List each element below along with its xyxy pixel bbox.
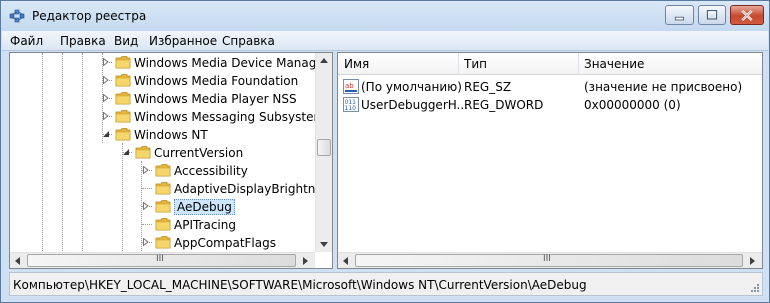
menu-edit[interactable]: Правка xyxy=(60,34,106,48)
scroll-down-arrow-icon[interactable] xyxy=(320,242,328,247)
folder-icon xyxy=(115,110,131,123)
scroll-right-arrow-icon[interactable] xyxy=(750,257,755,265)
folder-icon xyxy=(155,236,171,249)
close-icon xyxy=(741,9,753,21)
collapse-arrow-icon[interactable] xyxy=(102,130,110,138)
title-bar[interactable]: Редактор реестра xyxy=(1,1,769,31)
folder-icon xyxy=(155,218,171,231)
tree-item-label: Windows Messaging Subsystem xyxy=(134,110,326,124)
menu-file[interactable]: Файл xyxy=(10,34,43,48)
tree-guide-line xyxy=(142,188,152,189)
expand-arrow-icon[interactable] xyxy=(102,94,110,102)
tree-item[interactable]: Windows Media Device Manager xyxy=(10,54,329,72)
tree-item-label: Windows Media Player NSS xyxy=(134,92,297,106)
menu-bar: Файл Правка Вид Избранное Справка xyxy=(2,31,768,51)
expand-arrow-icon[interactable] xyxy=(142,238,150,246)
folder-icon xyxy=(115,128,131,141)
tree-item-label: CurrentVersion xyxy=(154,146,244,160)
expand-arrow-icon[interactable] xyxy=(102,112,110,120)
scroll-grip: III xyxy=(156,254,164,264)
tree-item[interactable]: Accessibility xyxy=(10,162,315,180)
value-row[interactable]: 011 110 UserDebuggerH... REG_DWORD 0x0000000… xyxy=(338,96,762,114)
window-title: Редактор реестра xyxy=(32,9,147,23)
tree-item-label: AppCompatFlags xyxy=(174,236,276,250)
expand-arrow-icon[interactable] xyxy=(142,166,150,174)
menu-favorites[interactable]: Избранное xyxy=(149,34,217,48)
collapse-arrow-icon[interactable] xyxy=(122,148,130,156)
tree-item[interactable]: Windows NT xyxy=(10,126,315,144)
resize-grip-icon[interactable] xyxy=(750,283,760,293)
string-value-icon: ab xyxy=(343,79,359,94)
scroll-up-arrow-icon[interactable] xyxy=(320,58,328,63)
tree-item[interactable]: AdaptiveDisplayBrightness xyxy=(10,180,332,198)
tree-horizontal-scrollbar[interactable]: III xyxy=(10,252,315,268)
tree-item[interactable]: AppCompatFlags xyxy=(10,234,315,252)
tree-item-label: Windows Media Device Manager xyxy=(134,56,329,70)
tree-item-label: AdaptiveDisplayBrightness xyxy=(174,182,333,196)
list-header: Имя Тип Значение xyxy=(338,53,762,75)
list-horizontal-scroll-thumb[interactable]: III xyxy=(355,254,743,267)
key-tree-pane[interactable]: Windows Media Device Manager Windows Medi… xyxy=(9,52,333,269)
tree-item-label: Accessibility xyxy=(174,164,248,178)
status-bar: Компьютер\HKEY_LOCAL_MACHINE\SOFTWARE\Mi… xyxy=(9,272,763,296)
tree-item[interactable]: Windows Media Foundation xyxy=(10,72,315,90)
binary-value-icon: 011110 xyxy=(343,97,359,112)
list-horizontal-scrollbar[interactable]: III xyxy=(338,252,762,268)
value-row[interactable]: ab (По умолчанию) REG_SZ (значение не присв… xyxy=(338,78,762,96)
column-header-type[interactable]: Тип xyxy=(464,57,487,71)
scroll-left-arrow-icon[interactable] xyxy=(343,257,348,265)
value-name: (По умолчанию) xyxy=(361,80,462,94)
scroll-left-arrow-icon[interactable] xyxy=(15,257,20,265)
tree-item-label-selected: AeDebug xyxy=(174,199,235,215)
tree-item-label: APITracing xyxy=(174,218,236,232)
svg-text:ab: ab xyxy=(345,82,354,90)
registry-editor-window: Редактор реестра Файл Правка Вид Избранн… xyxy=(0,0,770,303)
maximize-button[interactable] xyxy=(698,5,726,25)
menu-help[interactable]: Справка xyxy=(222,34,275,48)
maximize-icon xyxy=(706,10,718,20)
scroll-grip: III xyxy=(543,254,551,264)
folder-icon xyxy=(155,200,171,213)
folder-icon xyxy=(115,74,131,87)
expand-arrow-icon[interactable] xyxy=(102,76,110,84)
minimize-icon xyxy=(674,16,685,21)
close-button[interactable] xyxy=(730,5,764,25)
column-header-data[interactable]: Значение xyxy=(584,57,644,71)
expand-arrow-icon[interactable] xyxy=(102,58,110,66)
current-key-path: Компьютер\HKEY_LOCAL_MACHINE\SOFTWARE\Mi… xyxy=(13,278,587,292)
tree-vertical-scrollbar[interactable] xyxy=(315,53,332,252)
scroll-right-arrow-icon[interactable] xyxy=(303,257,308,265)
value-data: 0x00000000 (0) xyxy=(584,98,681,112)
folder-icon xyxy=(155,182,171,195)
tree-vertical-scroll-thumb[interactable] xyxy=(317,139,331,156)
registry-editor-icon xyxy=(9,9,25,23)
value-type: REG_SZ xyxy=(464,80,512,94)
minimize-button[interactable] xyxy=(665,5,694,25)
column-header-name[interactable]: Имя xyxy=(344,57,369,71)
value-data: (значение не присвоено) xyxy=(584,80,743,94)
folder-icon xyxy=(135,146,151,159)
folder-icon xyxy=(115,92,131,105)
tree-item[interactable]: APITracing xyxy=(10,216,315,234)
tree-item-label: Windows Media Foundation xyxy=(134,74,299,88)
tree-guide-line xyxy=(142,224,152,225)
column-divider[interactable] xyxy=(458,53,459,75)
value-type: REG_DWORD xyxy=(464,98,544,112)
value-name: UserDebuggerH... xyxy=(361,98,469,112)
folder-icon xyxy=(115,56,131,69)
tree-item[interactable]: Windows Media Player NSS xyxy=(10,90,315,108)
folder-icon xyxy=(155,164,171,177)
tree-item[interactable]: CurrentVersion xyxy=(10,144,315,162)
values-list-pane[interactable]: Имя Тип Значение ab (По умолчанию) REG_SZ (… xyxy=(337,52,763,269)
tree-horizontal-scroll-thumb[interactable]: III xyxy=(27,254,296,267)
column-divider[interactable] xyxy=(578,53,579,75)
tree-item[interactable]: Windows Messaging Subsystem xyxy=(10,108,325,126)
svg-text:110: 110 xyxy=(345,105,357,112)
menu-view[interactable]: Вид xyxy=(114,34,138,48)
expand-arrow-icon[interactable] xyxy=(142,202,150,210)
tree-item[interactable]: AeDebug xyxy=(10,198,315,216)
tree-item-label: Windows NT xyxy=(134,128,208,142)
